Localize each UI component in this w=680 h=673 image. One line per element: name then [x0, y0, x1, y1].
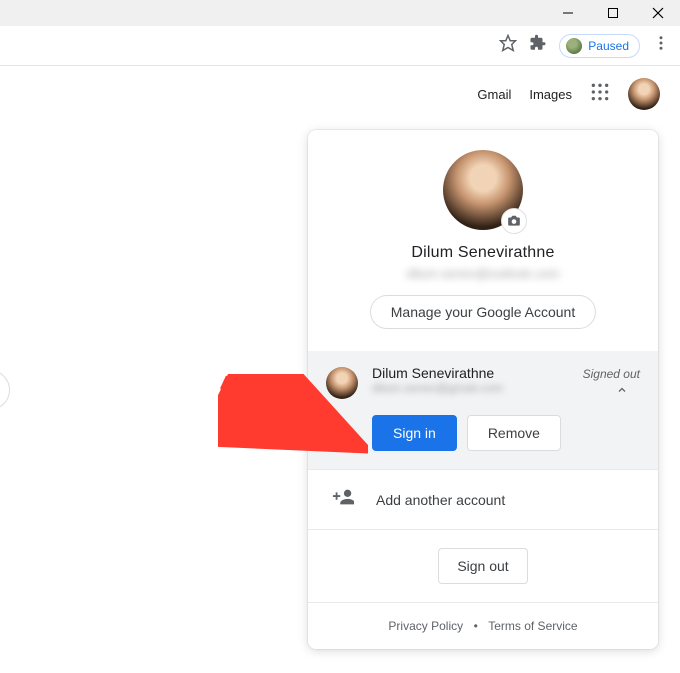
bookmark-star-icon[interactable] — [499, 34, 517, 57]
sign-in-button[interactable]: Sign in — [372, 415, 457, 451]
minimize-button[interactable] — [545, 0, 590, 26]
google-header: Gmail Images — [0, 66, 680, 110]
current-account-section: Dilum Senevirathne dilum.senev@outlook.c… — [308, 130, 658, 351]
change-avatar-button[interactable] — [501, 208, 527, 234]
sign-out-button[interactable]: Sign out — [438, 548, 527, 584]
current-account-email: dilum.senev@outlook.com — [308, 266, 658, 281]
other-account-actions: Sign in Remove — [372, 415, 640, 451]
other-account-email: dilum.senev@gmail.com — [372, 381, 640, 395]
profile-avatar[interactable] — [628, 78, 660, 110]
other-account-section: Dilum Senevirathne dilum.senev@gmail.com… — [308, 351, 658, 469]
browser-toolbar: Paused — [0, 26, 680, 66]
footer-separator: • — [474, 619, 478, 633]
privacy-policy-link[interactable]: Privacy Policy — [388, 619, 463, 633]
account-popup: Dilum Senevirathne dilum.senev@outlook.c… — [308, 130, 658, 649]
other-account-avatar-icon — [326, 367, 358, 399]
add-account-row[interactable]: Add another account — [308, 469, 658, 530]
terms-of-service-link[interactable]: Terms of Service — [488, 619, 577, 633]
profile-paused-button[interactable]: Paused — [559, 34, 640, 58]
chrome-menu-icon[interactable] — [652, 34, 670, 57]
add-person-icon — [332, 486, 354, 513]
chevron-up-icon[interactable] — [616, 383, 628, 401]
images-link[interactable]: Images — [529, 87, 572, 102]
profile-avatar-small-icon — [566, 38, 582, 54]
other-account-status: Signed out — [583, 367, 640, 381]
paused-label: Paused — [588, 39, 629, 53]
window-titlebar — [0, 0, 680, 26]
current-avatar — [443, 150, 523, 230]
maximize-button[interactable] — [590, 0, 635, 26]
add-account-label: Add another account — [376, 492, 505, 508]
current-account-name: Dilum Senevirathne — [308, 244, 658, 262]
side-arc-decoration — [0, 370, 10, 410]
camera-icon — [507, 214, 521, 228]
other-account-row[interactable]: Dilum Senevirathne dilum.senev@gmail.com… — [326, 365, 640, 399]
google-apps-icon[interactable] — [590, 82, 610, 107]
gmail-link[interactable]: Gmail — [477, 87, 511, 102]
popup-footer: Privacy Policy • Terms of Service — [308, 602, 658, 649]
close-button[interactable] — [635, 0, 680, 26]
manage-account-button[interactable]: Manage your Google Account — [370, 295, 596, 329]
remove-account-button[interactable]: Remove — [467, 415, 561, 451]
sign-out-row: Sign out — [308, 530, 658, 602]
extensions-icon[interactable] — [529, 34, 547, 57]
